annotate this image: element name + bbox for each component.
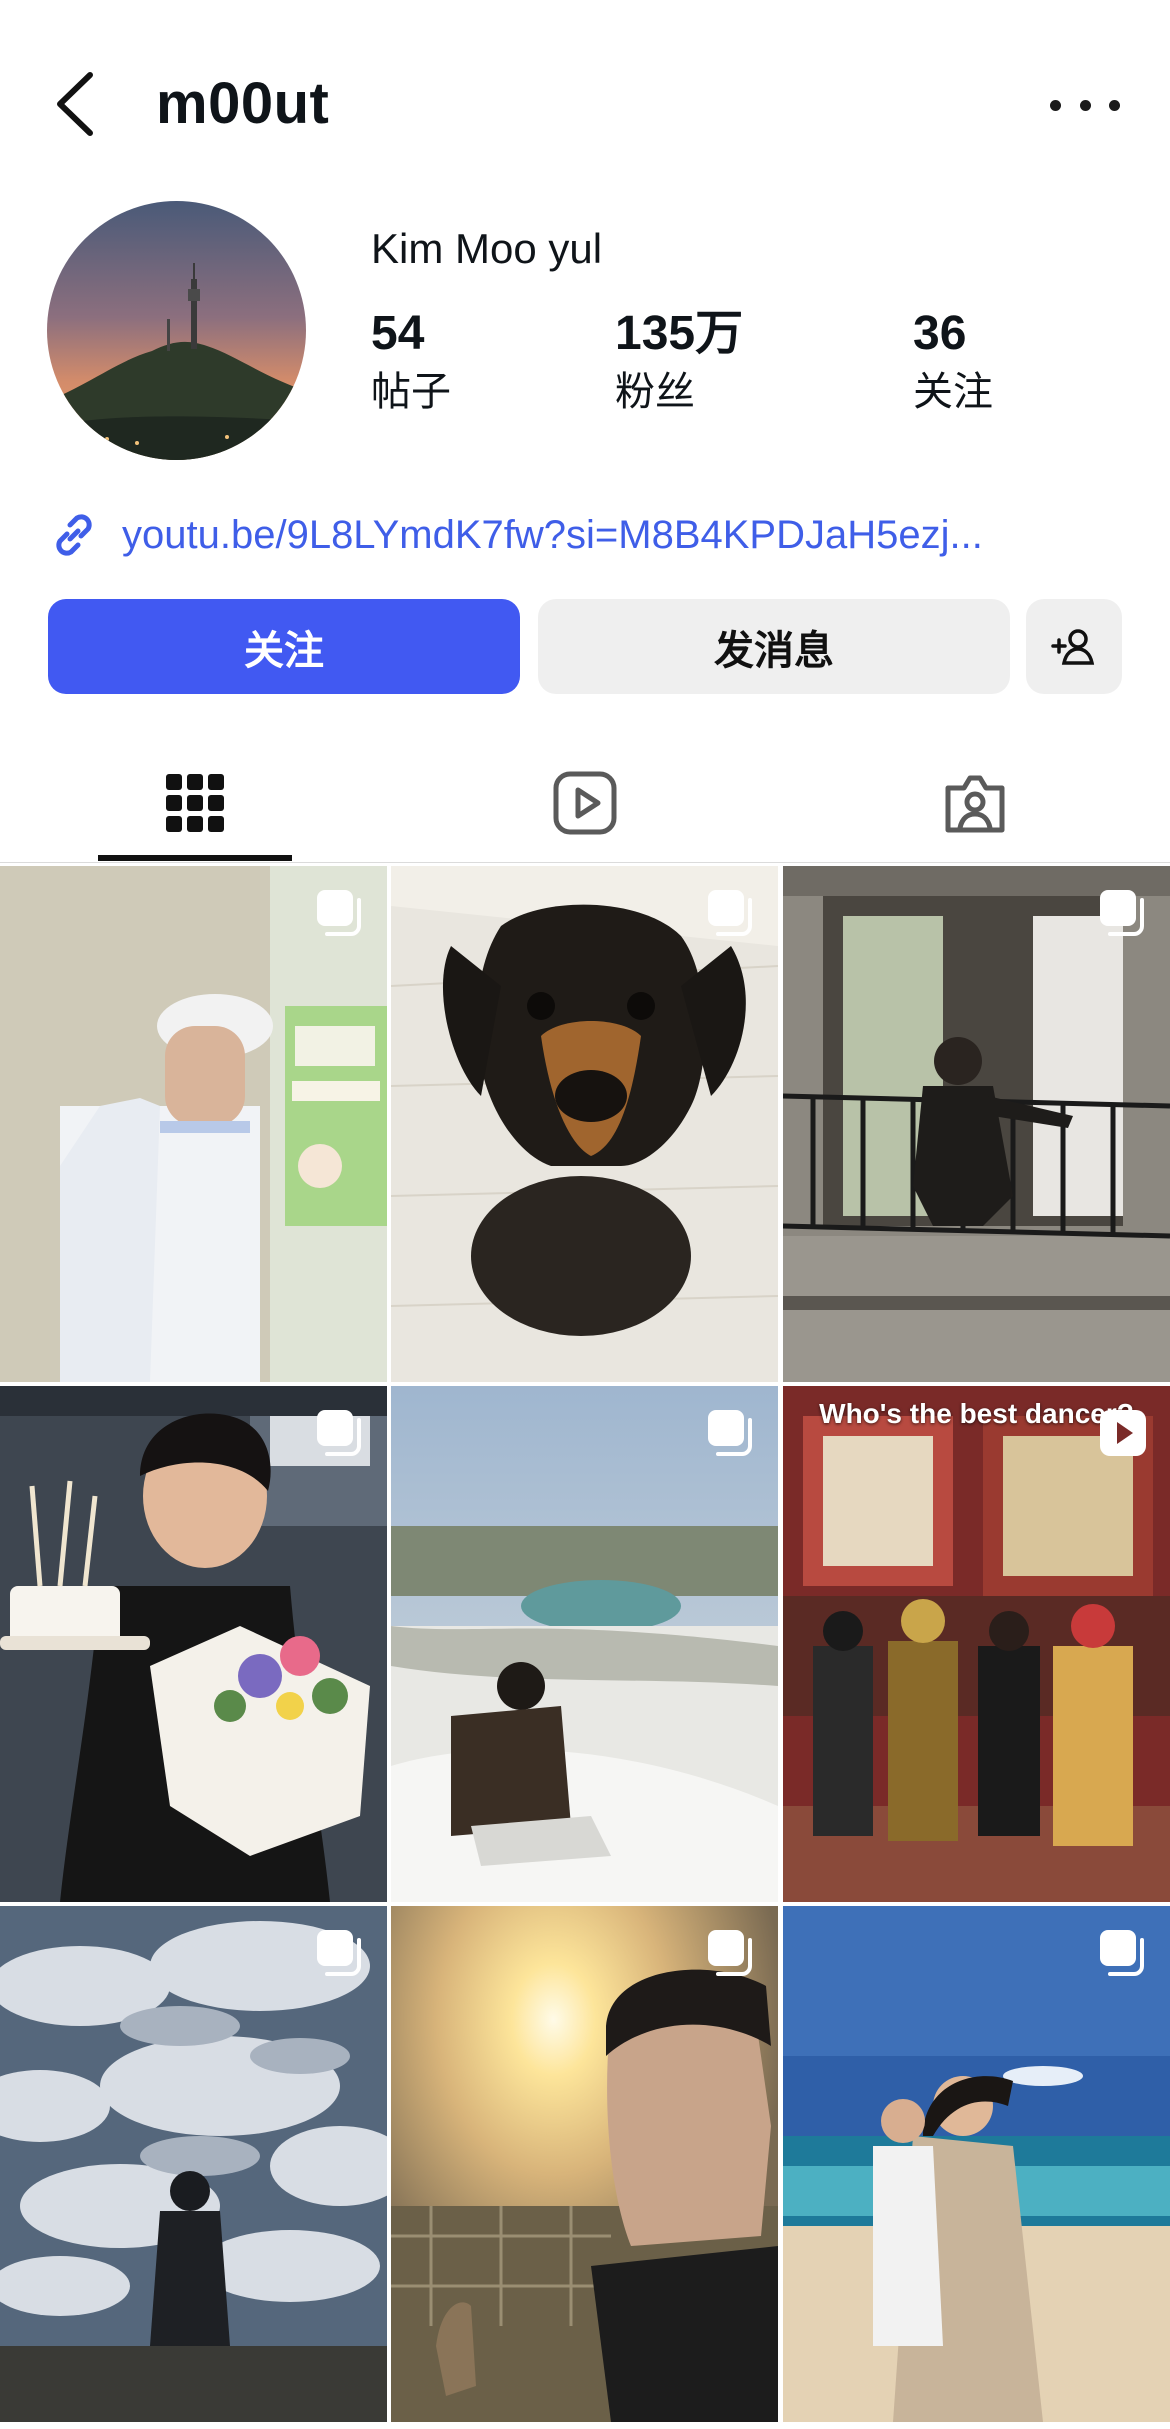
stat-following[interactable]: 36 关注 xyxy=(913,307,993,414)
avatar[interactable] xyxy=(47,201,306,460)
tab-reels[interactable] xyxy=(545,763,625,843)
stat-following-value: 36 xyxy=(913,307,967,360)
more-dot-icon xyxy=(1109,99,1120,111)
post-thumbnail[interactable] xyxy=(391,1386,778,1902)
display-name: Kim Moo yul xyxy=(371,225,603,272)
stat-followers-value: 135万 xyxy=(615,307,744,360)
link-icon xyxy=(56,514,92,556)
active-tab-indicator xyxy=(98,855,292,861)
carousel-icon xyxy=(706,1928,756,1978)
carousel-icon xyxy=(1098,1928,1148,1978)
carousel-icon xyxy=(315,1928,365,1978)
post-thumbnail[interactable] xyxy=(783,866,1170,1382)
grid-icon xyxy=(166,774,224,832)
post-thumbnail[interactable] xyxy=(0,866,387,1382)
top-bar: m00ut xyxy=(0,0,1170,200)
stat-posts[interactable]: 54 帖子 xyxy=(371,307,451,414)
carousel-icon xyxy=(1098,888,1148,938)
stat-followers[interactable]: 135万 粉丝 xyxy=(615,307,744,414)
add-person-icon xyxy=(1051,628,1095,665)
avatar-image xyxy=(47,201,306,460)
post-thumbnail[interactable] xyxy=(0,1386,387,1902)
carousel-icon xyxy=(315,1408,365,1458)
stat-following-label: 关注 xyxy=(913,370,993,414)
tab-posts[interactable] xyxy=(155,763,235,843)
profile-link[interactable]: youtu.be/9L8LYmdK7fw?si=M8B4KPDJaH5ezj..… xyxy=(46,505,1136,565)
back-button[interactable] xyxy=(52,64,112,144)
stat-posts-label: 帖子 xyxy=(371,370,451,414)
profile-tabs xyxy=(0,745,1170,863)
page-title: m00ut xyxy=(156,71,330,136)
post-thumbnail[interactable] xyxy=(0,1906,387,2422)
tagged-icon xyxy=(945,775,1005,833)
carousel-icon xyxy=(706,888,756,938)
message-button[interactable]: 发消息 xyxy=(538,599,1010,694)
carousel-icon xyxy=(315,888,365,938)
follow-button[interactable]: 关注 xyxy=(48,599,520,694)
profile-link-text[interactable]: youtu.be/9L8LYmdK7fw?si=M8B4KPDJaH5ezj..… xyxy=(122,513,983,558)
more-dot-icon xyxy=(1050,99,1061,111)
stat-followers-label: 粉丝 xyxy=(615,370,695,414)
posts-grid: Who's the best dancer? xyxy=(0,866,1170,2429)
suggest-user-button[interactable] xyxy=(1026,599,1122,694)
stat-posts-value: 54 xyxy=(371,307,425,360)
post-thumbnail[interactable] xyxy=(783,1906,1170,2422)
post-thumbnail[interactable]: Who's the best dancer? xyxy=(783,1386,1170,1902)
tab-tagged[interactable] xyxy=(935,763,1015,843)
chevron-left-icon xyxy=(57,72,93,136)
reel-icon xyxy=(1098,1408,1148,1458)
more-dot-icon xyxy=(1079,99,1091,111)
more-options-button[interactable] xyxy=(1050,80,1120,130)
carousel-icon xyxy=(706,1408,756,1458)
post-thumbnail[interactable] xyxy=(391,866,778,1382)
reels-icon xyxy=(553,771,617,835)
post-thumbnail[interactable] xyxy=(391,1906,778,2422)
